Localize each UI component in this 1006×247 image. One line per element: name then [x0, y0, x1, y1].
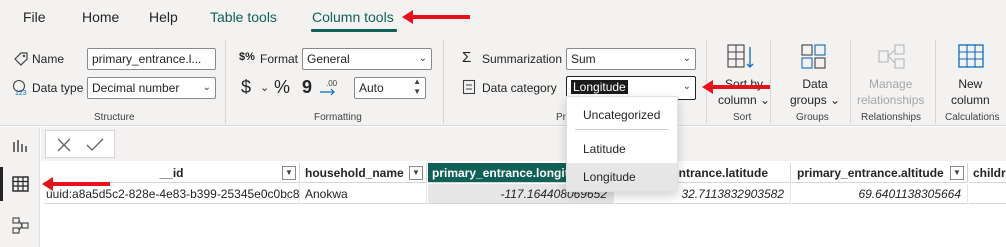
format-value: General	[307, 52, 350, 66]
data-category-label: Data category	[482, 81, 557, 95]
table-cell[interactable]	[969, 184, 1006, 204]
currency-button[interactable]: $	[241, 77, 251, 98]
name-input[interactable]: primary_entrance.l...	[87, 48, 216, 70]
tab-column-tools[interactable]: Column tools	[312, 9, 394, 25]
data-groups-icon	[801, 44, 826, 69]
ribbon-tabs: File Home Help Table tools Column tools	[0, 0, 1006, 34]
data-type-label: Data type	[32, 81, 84, 95]
summarization-select[interactable]: Sum ⌄	[566, 48, 696, 70]
menu-divider	[575, 129, 669, 130]
manage-relationships-button[interactable]: Manage relationships	[857, 76, 924, 108]
column-header-label: household_name	[305, 166, 404, 180]
chevron-down-icon: ⌄	[418, 53, 427, 64]
tab-table-tools[interactable]: Table tools	[210, 9, 277, 25]
tab-file[interactable]: File	[23, 9, 46, 25]
cancel-icon[interactable]	[56, 137, 72, 153]
model-view-icon[interactable]	[12, 217, 29, 234]
spinner-up-icon[interactable]: ▲	[413, 78, 421, 86]
decimal-places-value: Auto	[359, 81, 384, 95]
view-rail	[0, 127, 40, 247]
commit-icon[interactable]	[86, 137, 104, 153]
format-select[interactable]: General ⌄	[302, 48, 432, 70]
manage-relationships-line2: relationships	[857, 93, 925, 107]
group-label-formatting: Formatting	[314, 112, 362, 123]
data-category-icon	[462, 79, 476, 95]
comma-icon: 9	[302, 77, 313, 97]
data-groups-line1: Data	[802, 77, 828, 91]
annotation-arrow	[402, 10, 470, 24]
currency-icon: $	[241, 77, 252, 97]
new-column-icon	[958, 44, 984, 68]
summarization-value: Sum	[571, 52, 596, 66]
chevron-down-icon: ⌄	[202, 82, 211, 93]
manage-relationships-icon	[878, 44, 905, 69]
data-type-value: Decimal number	[92, 81, 180, 95]
data-type-icon: 123	[12, 79, 27, 97]
column-header[interactable]: childr	[969, 163, 1006, 183]
menu-item-longitude[interactable]: Longitude	[567, 163, 677, 191]
decrease-decimal-icon[interactable]: .00	[318, 78, 340, 98]
tab-help[interactable]: Help	[149, 9, 178, 25]
group-divider	[443, 40, 444, 124]
summarization-icon: Σ	[462, 49, 472, 66]
new-column-button[interactable]: New column	[951, 76, 990, 108]
column-header-label: __id	[159, 166, 184, 180]
data-groups-line2: groups	[790, 93, 827, 107]
percent-icon: %	[274, 77, 291, 97]
active-view-indicator	[0, 167, 3, 201]
group-label-structure: Structure	[94, 112, 135, 123]
chevron-down-icon: ⌄	[682, 81, 691, 92]
group-divider	[850, 40, 851, 124]
menu-item-uncategorized[interactable]: Uncategorized	[567, 101, 677, 129]
ribbon: Name primary_entrance.l... 123 Data type…	[0, 34, 1006, 126]
data-type-select[interactable]: Decimal number ⌄	[87, 77, 216, 99]
column-header[interactable]: household_name ▼	[301, 163, 427, 183]
column-header-label: primary_entrance.altitude	[797, 166, 944, 180]
annotation-arrow	[42, 177, 110, 191]
spinner-down-icon[interactable]: ▼	[413, 87, 421, 96]
data-category-menu: Uncategorized Latitude Longitude	[566, 96, 678, 192]
new-column-line2: column	[951, 93, 990, 107]
chevron-down-icon: ⌄	[682, 53, 691, 64]
format-label: Format	[260, 52, 299, 66]
group-label-relationships: Relationships	[861, 112, 922, 123]
group-divider	[225, 40, 226, 124]
column-filter-icon[interactable]: ▼	[409, 166, 423, 180]
name-label: Name	[32, 52, 65, 66]
comma-style-button[interactable]: 9	[302, 77, 312, 98]
svg-text:123: 123	[15, 90, 27, 97]
report-view-icon[interactable]	[12, 138, 28, 154]
active-tab-indicator	[311, 29, 397, 32]
column-filter-icon[interactable]: ▼	[950, 166, 964, 180]
svg-text:.00: .00	[326, 79, 338, 88]
table-cell[interactable]: Anokwa	[301, 184, 427, 204]
group-label-sort: Sort	[733, 112, 752, 123]
menu-item-latitude[interactable]: Latitude	[567, 135, 677, 163]
group-label-calculations: Calculations	[945, 112, 1000, 123]
table-view-icon[interactable]	[12, 176, 29, 192]
column-header-label: childr	[973, 166, 1006, 180]
sort-by-column-icon	[727, 44, 754, 68]
summarization-label: Summarization	[482, 52, 563, 66]
group-divider	[935, 40, 936, 124]
formula-bar	[41, 127, 1006, 161]
percent-button[interactable]: %	[274, 77, 290, 98]
data-category-value: Longitude	[571, 80, 628, 94]
column-header[interactable]: primary_entrance.altitude ▼	[792, 163, 968, 183]
chevron-down-icon[interactable]: ⌄	[260, 81, 269, 94]
group-label-groups: Groups	[796, 112, 829, 123]
new-column-line1: New	[958, 77, 983, 91]
column-filter-icon[interactable]: ▼	[282, 166, 296, 180]
annotation-arrow	[702, 80, 770, 94]
tag-icon	[14, 52, 28, 66]
format-icon: $%	[239, 51, 255, 63]
tab-home[interactable]: Home	[82, 9, 119, 25]
group-label-properties: Pr	[556, 112, 566, 123]
manage-relationships-line1: Manage	[869, 77, 913, 91]
data-groups-button[interactable]: Data groups ⌄	[790, 76, 840, 108]
decimal-places-spinner[interactable]: Auto ▲ ▼	[354, 77, 426, 99]
formula-actions	[45, 130, 115, 158]
table-cell[interactable]: 69.6401138305664	[792, 184, 968, 204]
